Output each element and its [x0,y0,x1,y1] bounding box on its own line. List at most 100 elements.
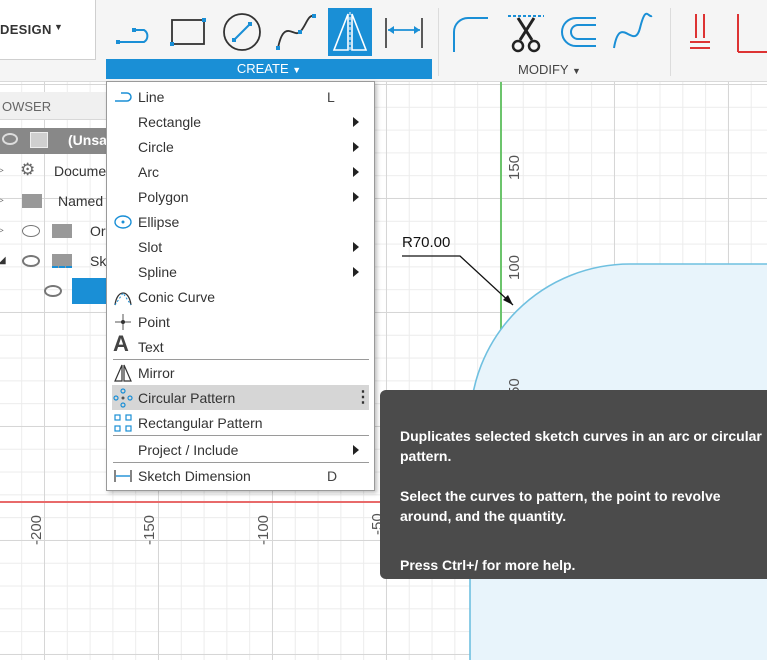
sketch-icon [72,278,106,304]
curve-modify-tool[interactable] [610,8,654,56]
rectangular-pattern-icon [114,414,132,432]
eye-icon[interactable] [2,133,18,145]
menu-item-label: Line [138,89,165,105]
menu-item-spline[interactable]: Spline [107,259,374,284]
menu-item-circle[interactable]: Circle [107,134,374,159]
folder-icon [52,224,72,238]
more-options-icon[interactable]: ⋮ [355,387,371,407]
browser-row-label: Named [58,193,104,209]
menu-item-line[interactable]: Line L [107,84,374,109]
browser-row-origin[interactable]: ▷ Or [0,216,106,246]
submenu-arrow-icon [353,445,359,455]
create-dropdown-menu: Line L Rectangle Circle Arc Polygon Elli… [106,81,375,491]
expand-arrow-icon[interactable]: ▷ [0,195,4,206]
menu-item-slot[interactable]: Slot [107,234,374,259]
tooltip-description-line-2: pattern. [400,448,452,464]
submenu-arrow-icon [353,117,359,127]
browser-row-sketches[interactable]: ◢ Sk [0,246,106,276]
expand-arrow-icon[interactable]: ▷ [0,225,4,236]
dimension-leader [402,255,514,306]
browser-row-label: (Unsa [68,132,107,148]
browser-row-root[interactable]: (Unsa [0,126,107,156]
submenu-arrow-icon [353,192,359,202]
browser-row-label: Docume [54,163,107,179]
menu-item-polygon[interactable]: Polygon [107,184,374,209]
mirror-icon [114,364,132,382]
menu-item-text[interactable]: A Text [107,331,374,359]
circle-tool[interactable] [220,8,264,56]
menu-item-label: Mirror [138,365,175,381]
menu-item-conic-curve[interactable]: Conic Curve [107,284,374,309]
menu-item-label: Slot [138,239,163,255]
sketch-dimension-icon [114,470,132,482]
menu-item-label: Arc [138,164,159,180]
menu-item-label: Sketch Dimension [138,468,251,484]
sketch-dimension-tool[interactable] [382,8,426,56]
browser-panel-header[interactable]: OWSER [0,92,106,120]
menu-item-arc[interactable]: Arc [107,159,374,184]
menu-item-shortcut: D [327,468,338,484]
modify-menu-button[interactable]: MODIFY ▼ [518,62,581,77]
menu-item-project-include[interactable]: Project / Include [107,437,374,462]
component-icon [30,132,48,148]
submenu-arrow-icon [353,167,359,177]
workspace-switcher[interactable]: DESIGN ▼ [0,0,96,60]
modify-menu-label: MODIFY [518,62,569,77]
browser-row-document-settings[interactable]: ▷ ⚙ Docume [0,156,106,186]
rectangle-tool[interactable] [166,8,210,56]
menu-item-label: Rectangle [138,114,202,130]
offset-tool[interactable] [556,8,600,56]
create-menu-label: CREATE [236,61,289,76]
mirror-tool[interactable] [328,8,372,56]
toolbar-separator [438,8,439,76]
menu-item-label: Text [138,339,164,355]
tooltip-help-hint: Press Ctrl+/ for more help. [400,557,576,573]
menu-item-point[interactable]: Point [107,309,374,334]
tooltip-description-line-1: Duplicates selected sketch curves in an … [400,428,762,444]
menu-item-mirror[interactable]: Mirror [107,360,374,385]
fillet-tool[interactable] [448,8,492,56]
browser-title: OWSER [2,99,52,114]
menu-item-circular-pattern[interactable]: Circular Pattern ⋮ [112,385,371,410]
menu-item-rectangular-pattern[interactable]: Rectangular Pattern [107,410,374,435]
menu-item-sketch-dimension[interactable]: Sketch Dimension D [107,463,374,488]
menu-item-label: Circular Pattern [138,390,236,406]
menu-separator [113,435,369,436]
tooltip-instructions-line-1: Select the curves to pattern, the point … [400,488,721,504]
constraint-tool[interactable] [680,8,724,56]
expand-arrow-icon[interactable]: ◢ [0,255,6,266]
expand-arrow-icon[interactable]: ▷ [0,165,4,176]
spline-tool[interactable] [274,8,318,56]
trim-tool[interactable] [504,8,548,56]
toolbar-separator [670,8,671,76]
menu-item-label: Ellipse [138,214,180,230]
eye-icon[interactable] [22,255,40,267]
command-tooltip: Duplicates selected sketch curves in an … [380,390,767,579]
circular-pattern-icon [113,388,133,408]
point-icon [115,314,131,330]
menu-item-label: Point [138,314,170,330]
submenu-arrow-icon [353,267,359,277]
submenu-arrow-icon [353,142,359,152]
ruler-label-h-150: -150 [141,514,158,545]
browser-row-label: Or [90,223,106,239]
caret-down-icon: ▼ [571,66,581,76]
workspace-label: DESIGN [0,22,52,37]
create-menu-button[interactable]: CREATE ▼ [106,59,432,79]
menu-item-label: Rectangular Pattern [138,415,263,431]
menu-item-label: Circle [138,139,174,155]
ruler-label-v-150: 150 [506,154,523,180]
menu-item-label: Polygon [138,189,189,205]
eye-icon[interactable] [44,285,62,297]
menu-item-rectangle[interactable]: Rectangle [107,109,374,134]
hidden-eye-icon[interactable] [22,225,40,237]
menu-item-label: Project / Include [138,442,239,458]
browser-row-sketch-item[interactable] [0,276,106,306]
line-tool[interactable] [112,8,156,56]
dimension-label[interactable]: R70.00 [402,234,450,251]
tooltip-instructions-line-2: around, and the quantity. [400,508,567,524]
fix-constraint-tool[interactable] [730,8,767,56]
text-icon: A [113,331,129,356]
browser-row-named-views[interactable]: ▷ Named [0,186,106,216]
menu-item-ellipse[interactable]: Ellipse [107,209,374,234]
